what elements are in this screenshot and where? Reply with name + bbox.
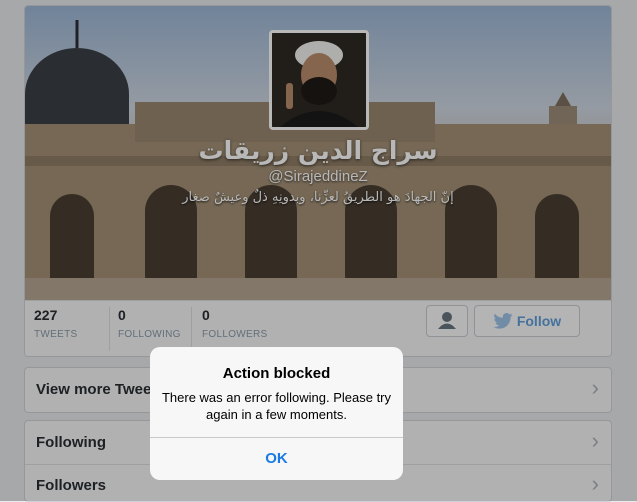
- alert-ok-button[interactable]: OK: [150, 438, 403, 480]
- alert-title: Action blocked: [222, 365, 331, 382]
- alert-message: There was an error following. Please try…: [161, 390, 392, 422]
- action-blocked-alert: Action blocked There was an error follow…: [150, 347, 403, 480]
